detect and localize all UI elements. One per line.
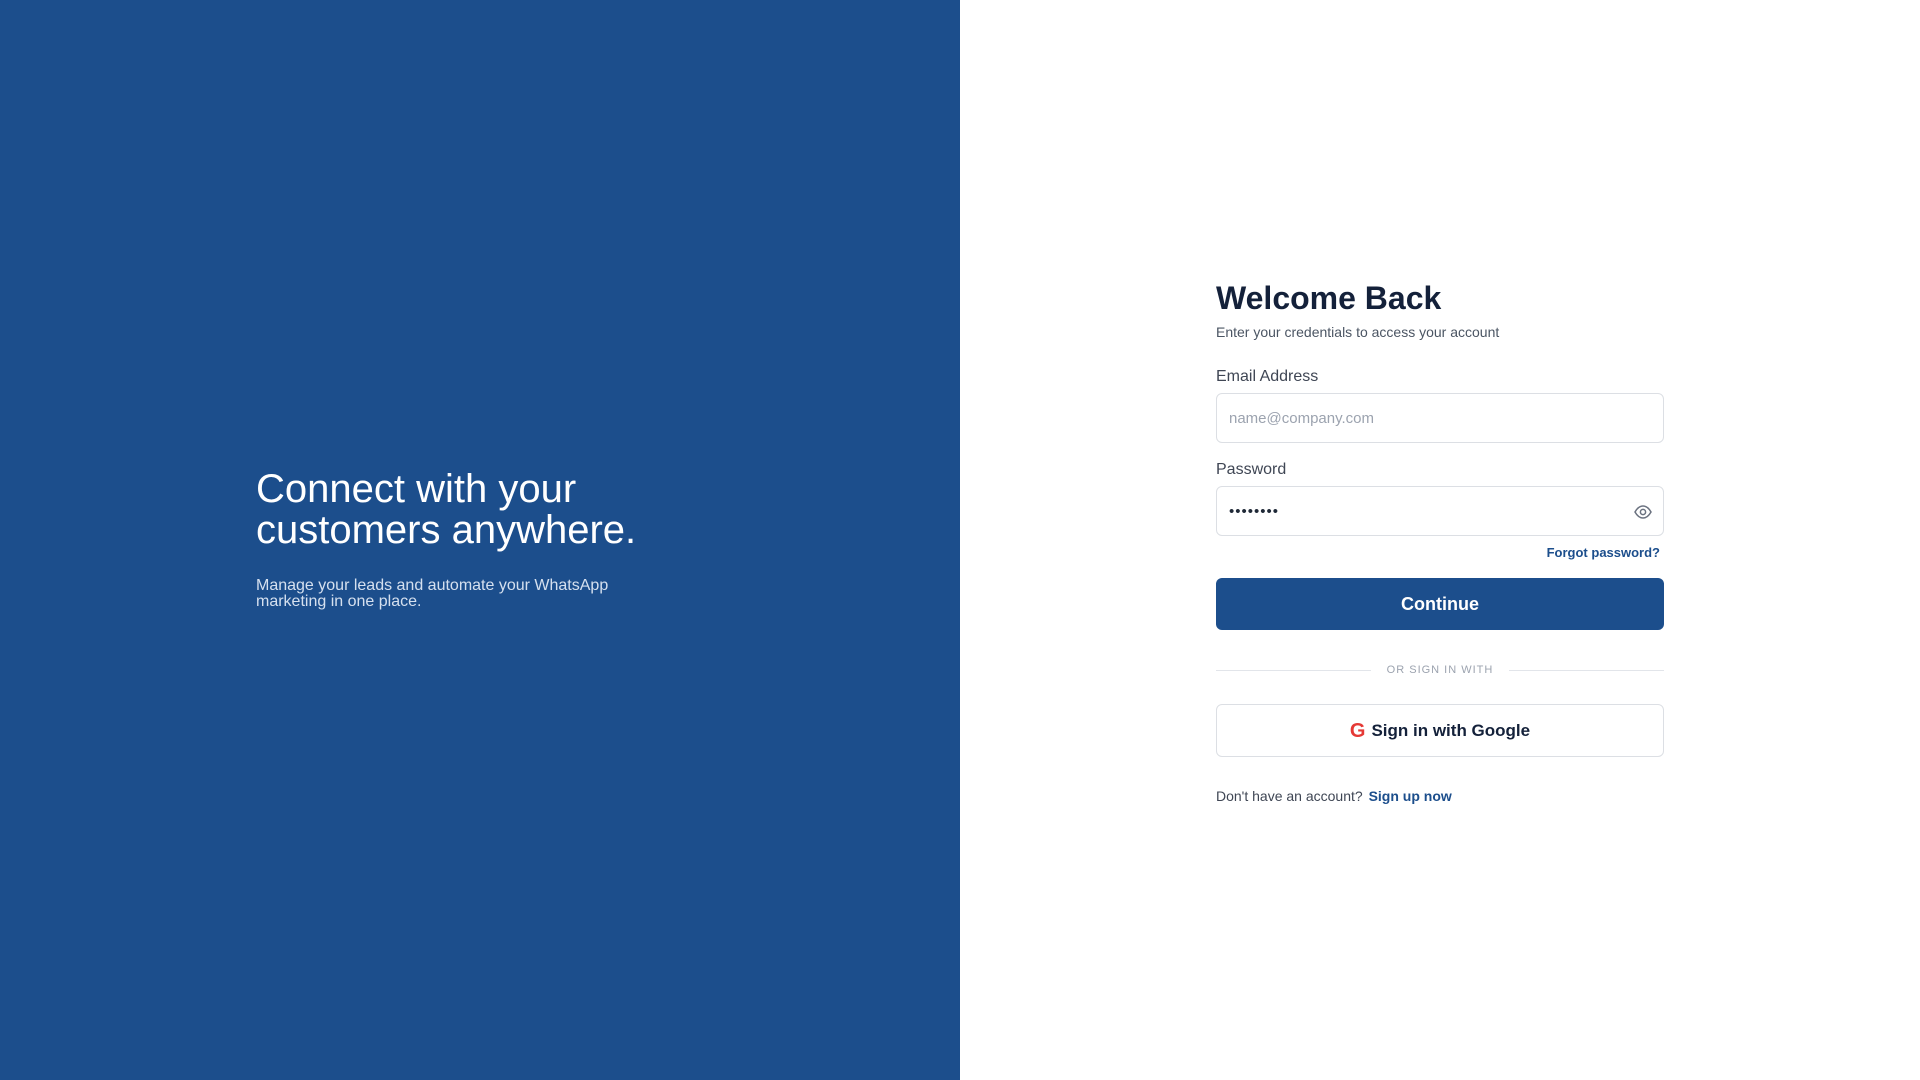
login-panel: Welcome Back Enter your credentials to a… (960, 0, 1920, 1080)
hero-title-line-2: customers anywhere. (256, 508, 637, 552)
signup-link[interactable]: Sign up now (1369, 788, 1452, 804)
google-signin-label: Sign in with Google (1371, 720, 1531, 740)
hero-title-line-1: Connect with your (256, 467, 577, 511)
hero-subtitle: Manage your leads and automate your What… (256, 577, 609, 610)
page-subtitle: Enter your credentials to access your ac… (1216, 324, 1500, 340)
email-field-box (1216, 393, 1664, 443)
email-label: Email Address (1216, 368, 1319, 385)
forgot-password-link[interactable]: Forgot password? (1547, 545, 1660, 560)
page-title: Welcome Back (1216, 280, 1442, 316)
divider-line-left (1216, 669, 1371, 671)
divider: OR SIGN IN WITH (1216, 664, 1665, 676)
google-signin-button[interactable]: G Sign in with Google (1216, 704, 1664, 757)
password-field[interactable] (1217, 487, 1663, 535)
password-label: Password (1216, 461, 1287, 478)
signup-row: Don't have an account? Sign up now (1216, 788, 1664, 804)
hero-panel: Connect with your customers anywhere. Ma… (0, 0, 960, 1080)
hero-content: Connect with your customers anywhere. Ma… (256, 469, 816, 610)
eye-icon[interactable] (1633, 502, 1653, 522)
signup-prompt: Don't have an account? (1216, 788, 1363, 804)
google-icon: G (1349, 719, 1366, 742)
email-field[interactable] (1217, 394, 1663, 442)
login-form: Welcome Back Enter your credentials to a… (1216, 278, 1665, 804)
continue-button[interactable]: Continue (1216, 578, 1664, 630)
password-field-box (1216, 486, 1664, 536)
forgot-password-row: Forgot password? (1216, 544, 1664, 560)
hero-title: Connect with your customers anywhere. (256, 469, 816, 551)
divider-line-right (1509, 669, 1665, 671)
divider-label: OR SIGN IN WITH (1386, 664, 1494, 676)
